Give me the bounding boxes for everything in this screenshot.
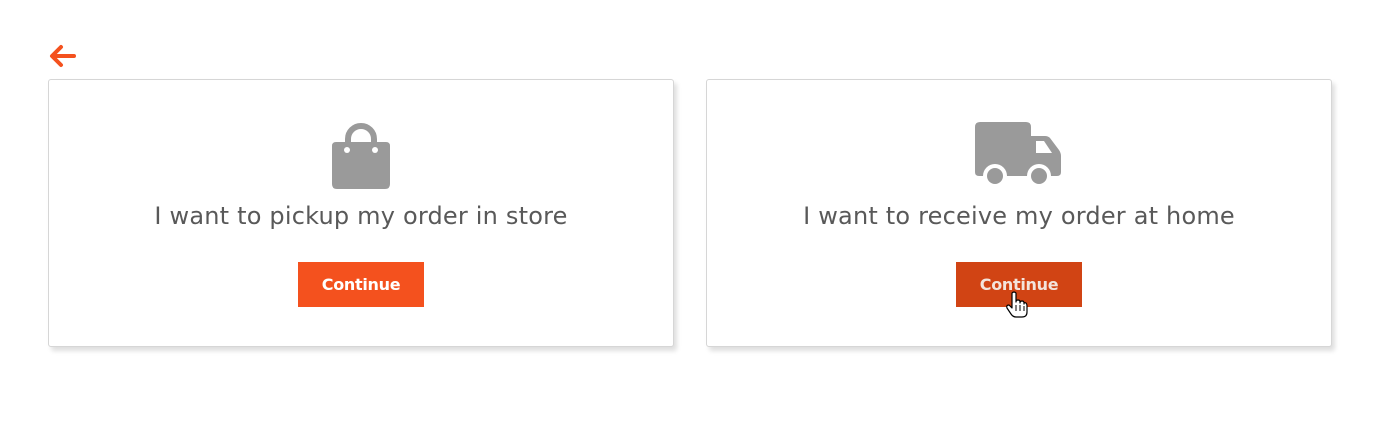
shopping-bag-icon — [332, 123, 390, 189]
pickup-continue-button[interactable]: Continue — [298, 262, 424, 307]
pickup-option-label: I want to pickup my order in store — [154, 202, 568, 230]
truck-icon — [975, 122, 1061, 188]
arrow-left-icon — [50, 45, 76, 67]
back-button[interactable] — [46, 42, 78, 70]
home-delivery-continue-button[interactable]: Continue — [956, 262, 1082, 307]
home-delivery-option-label: I want to receive my order at home — [803, 202, 1235, 230]
delivery-icon-wrap — [707, 118, 1331, 190]
delivery-options: I want to pickup my order in store Conti… — [48, 79, 1332, 347]
home-delivery-option-card: I want to receive my order at home Conti… — [706, 79, 1332, 347]
pickup-option-card: I want to pickup my order in store Conti… — [48, 79, 674, 347]
pickup-icon-wrap — [49, 118, 673, 190]
